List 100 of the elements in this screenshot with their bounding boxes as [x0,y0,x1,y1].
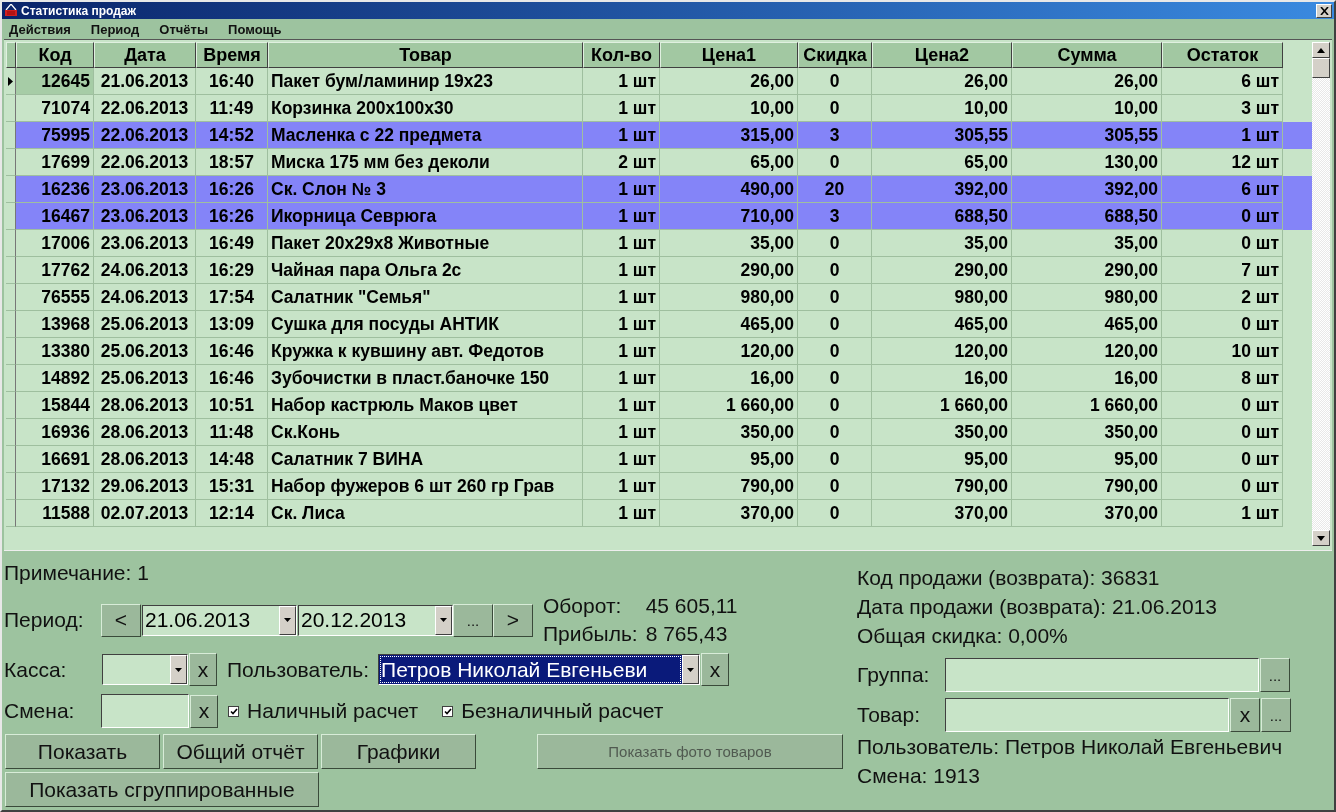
table-row[interactable]: 16236 23.06.2013 16:26 Ск. Слон № 3 1 шт 490,00 20 392,00 392,00 6 шт [6,176,1313,203]
shift-field[interactable] [101,694,189,728]
table-cell: Икорница Севрюга [268,203,583,230]
table-cell: 35,00 [1012,230,1162,257]
column-header: Цена1 [660,42,798,68]
table-row[interactable]: 16467 23.06.2013 16:26 Икорница Севрюга 1 шт 710,00 3 688,50 688,50 0 шт [6,203,1313,230]
table-cell: 23.06.2013 [94,230,196,257]
table-cell: 35,00 [660,230,798,257]
checkbox-label: Наличный расчет [247,699,419,723]
shift-label: Смена: [4,699,76,723]
action-button[interactable]: Графики [321,734,476,769]
table-cell: 315,00 [660,122,798,149]
menu-item[interactable]: Действия [4,21,76,37]
action-button[interactable]: Общий отчёт [163,734,318,769]
info-text: Общая скидка: 0,00% [857,623,1069,649]
table-cell: 75995 [16,122,94,149]
table-row[interactable]: 13968 25.06.2013 13:09 Сушка для посуды АНТИК 1 шт 465,00 0 465,00 465,00 0 шт [6,311,1313,338]
table-row[interactable]: 17132 29.06.2013 15:31 Набор фужеров 6 шт 260 гр Грав 1 шт 790,00 0 790,00 790,00 0 шт [6,473,1313,500]
table-cell: 13968 [16,311,94,338]
down-arrow-icon [1317,535,1325,541]
table-row[interactable]: 12645 21.06.2013 16:40 Пакет бум/ламинир 19x23 1 шт 26,00 0 26,00 26,00 6 шт [6,68,1313,95]
table-cell: 25.06.2013 [94,365,196,392]
table-row[interactable]: 14892 25.06.2013 16:46 Зубочистки в пласт.баночке 150 1 шт 16,00 0 16,00 16,00 8 шт [6,365,1313,392]
column-header: Остаток [1162,42,1283,68]
table-row[interactable]: 75995 22.06.2013 14:52 Масленка с 22 предмета 1 шт 315,00 3 305,55 305,55 1 шт [6,122,1313,149]
table-cell: 12645 [16,68,94,95]
browse-button[interactable]: ... [1260,658,1290,692]
table-row[interactable]: 15844 28.06.2013 10:51 Набор кастрюль Маков цвет 1 шт 1 660,00 0 1 660,00 1 660,00 0 шт [6,392,1313,419]
table-row[interactable]: 16691 28.06.2013 14:48 Салатник 7 ВИНА 1 шт 95,00 0 95,00 95,00 0 шт [6,446,1313,473]
menu-item[interactable]: Отчёты [154,21,214,37]
table-row[interactable]: 76555 24.06.2013 17:54 Салатник "Семья" 1 шт 980,00 0 980,00 980,00 2 шт [6,284,1313,311]
note-text: Примечание: 1 [4,561,150,586]
user-dropdown[interactable]: Петров Николай Евгеньеви [378,654,701,685]
table-cell: 16,00 [872,365,1012,392]
scrollbar-thumb[interactable] [1312,58,1330,78]
table-cell: 17132 [16,473,94,500]
table-cell: 370,00 [660,500,798,527]
checkbox[interactable] [228,705,239,717]
up-arrow-icon [1317,47,1325,53]
menu-item[interactable]: Период [85,21,145,37]
date-to-field[interactable]: 20.12.2013 [298,604,453,636]
table-cell: 1 шт [583,230,660,257]
clear-button[interactable]: x [701,653,730,686]
clear-button[interactable]: x [190,694,218,728]
table-cell: 0 [798,446,872,473]
table-cell: Салатник "Семья" [268,284,583,311]
table-cell: 688,50 [1012,203,1162,230]
table-cell: 26,00 [1012,68,1162,95]
table-cell: 0 [798,500,872,527]
clear-button[interactable]: x [189,653,217,686]
table-cell: 76555 [16,284,94,311]
table-cell: 305,55 [872,122,1012,149]
table-cell: 350,00 [872,419,1012,446]
table-row[interactable]: 17762 24.06.2013 16:29 Чайная пара Ольга 2с 1 шт 290,00 0 290,00 290,00 7 шт [6,257,1313,284]
table-cell: 21.06.2013 [94,68,196,95]
table-cell: 7 шт [1162,257,1283,284]
column-header: Время [196,42,268,68]
menu-item[interactable]: Помощь [223,21,287,37]
table-cell: 14:48 [196,446,268,473]
table-cell: 16:46 [196,338,268,365]
show-grouped-button[interactable]: Показать сгруппированные [5,772,319,807]
table-cell: Салатник 7 ВИНА [268,446,583,473]
period-label: Период: [4,608,85,632]
stat-label: Прибыль: [543,621,638,647]
register-dropdown[interactable] [102,654,188,685]
register-label: Касса: [4,657,68,682]
next-button[interactable]: > [493,603,533,637]
stat-value: 8 765,43 [645,621,729,647]
close-icon [1319,6,1329,15]
scrollbar[interactable] [1312,42,1330,546]
table-cell: 465,00 [872,311,1012,338]
table-cell: 0 [798,257,872,284]
table-row[interactable]: 16936 28.06.2013 11:48 Ск.Конь 1 шт 350,00 0 350,00 350,00 0 шт [6,419,1313,446]
table-row[interactable]: 13380 25.06.2013 16:46 Кружка к кувшину авт. Федотов 1 шт 120,00 0 120,00 120,00 10 шт [6,338,1313,365]
table-cell: 0 шт [1162,419,1283,446]
date-from-field[interactable]: 21.06.2013 [142,604,297,636]
table-row[interactable]: 11588 02.07.2013 12:14 Ск. Лиса 1 шт 370,00 0 370,00 370,00 1 шт [6,500,1313,527]
info-text: Пользователь: Петров Николай Евгеньевич [857,734,1284,760]
table-cell: 1 660,00 [660,392,798,419]
table-row[interactable]: 17006 23.06.2013 16:49 Пакет 20x29x8 Животные 1 шт 35,00 0 35,00 35,00 0 шт [6,230,1313,257]
browse-button[interactable]: ... [1261,698,1291,732]
more-button[interactable]: ... [453,603,493,637]
action-button[interactable]: Показать [5,734,160,769]
group-field[interactable] [945,658,1259,692]
table-cell: 0 [798,473,872,500]
product-field[interactable] [945,698,1229,732]
table-cell: Набор фужеров 6 шт 260 гр Грав [268,473,583,500]
column-header: Цена2 [872,42,1012,68]
table-cell: 25.06.2013 [94,338,196,365]
table-cell: 0 [798,365,872,392]
table-cell: 1 шт [583,338,660,365]
table-cell: 28.06.2013 [94,446,196,473]
close-button[interactable] [1316,3,1332,18]
clear-button[interactable]: x [1230,698,1260,732]
table-cell: 0 шт [1162,230,1283,257]
checkbox[interactable] [442,705,454,717]
previous-button[interactable]: < [101,603,141,637]
row-indicator[interactable] [6,68,16,95]
table-cell: 980,00 [872,284,1012,311]
column-header: Скидка [798,42,872,68]
